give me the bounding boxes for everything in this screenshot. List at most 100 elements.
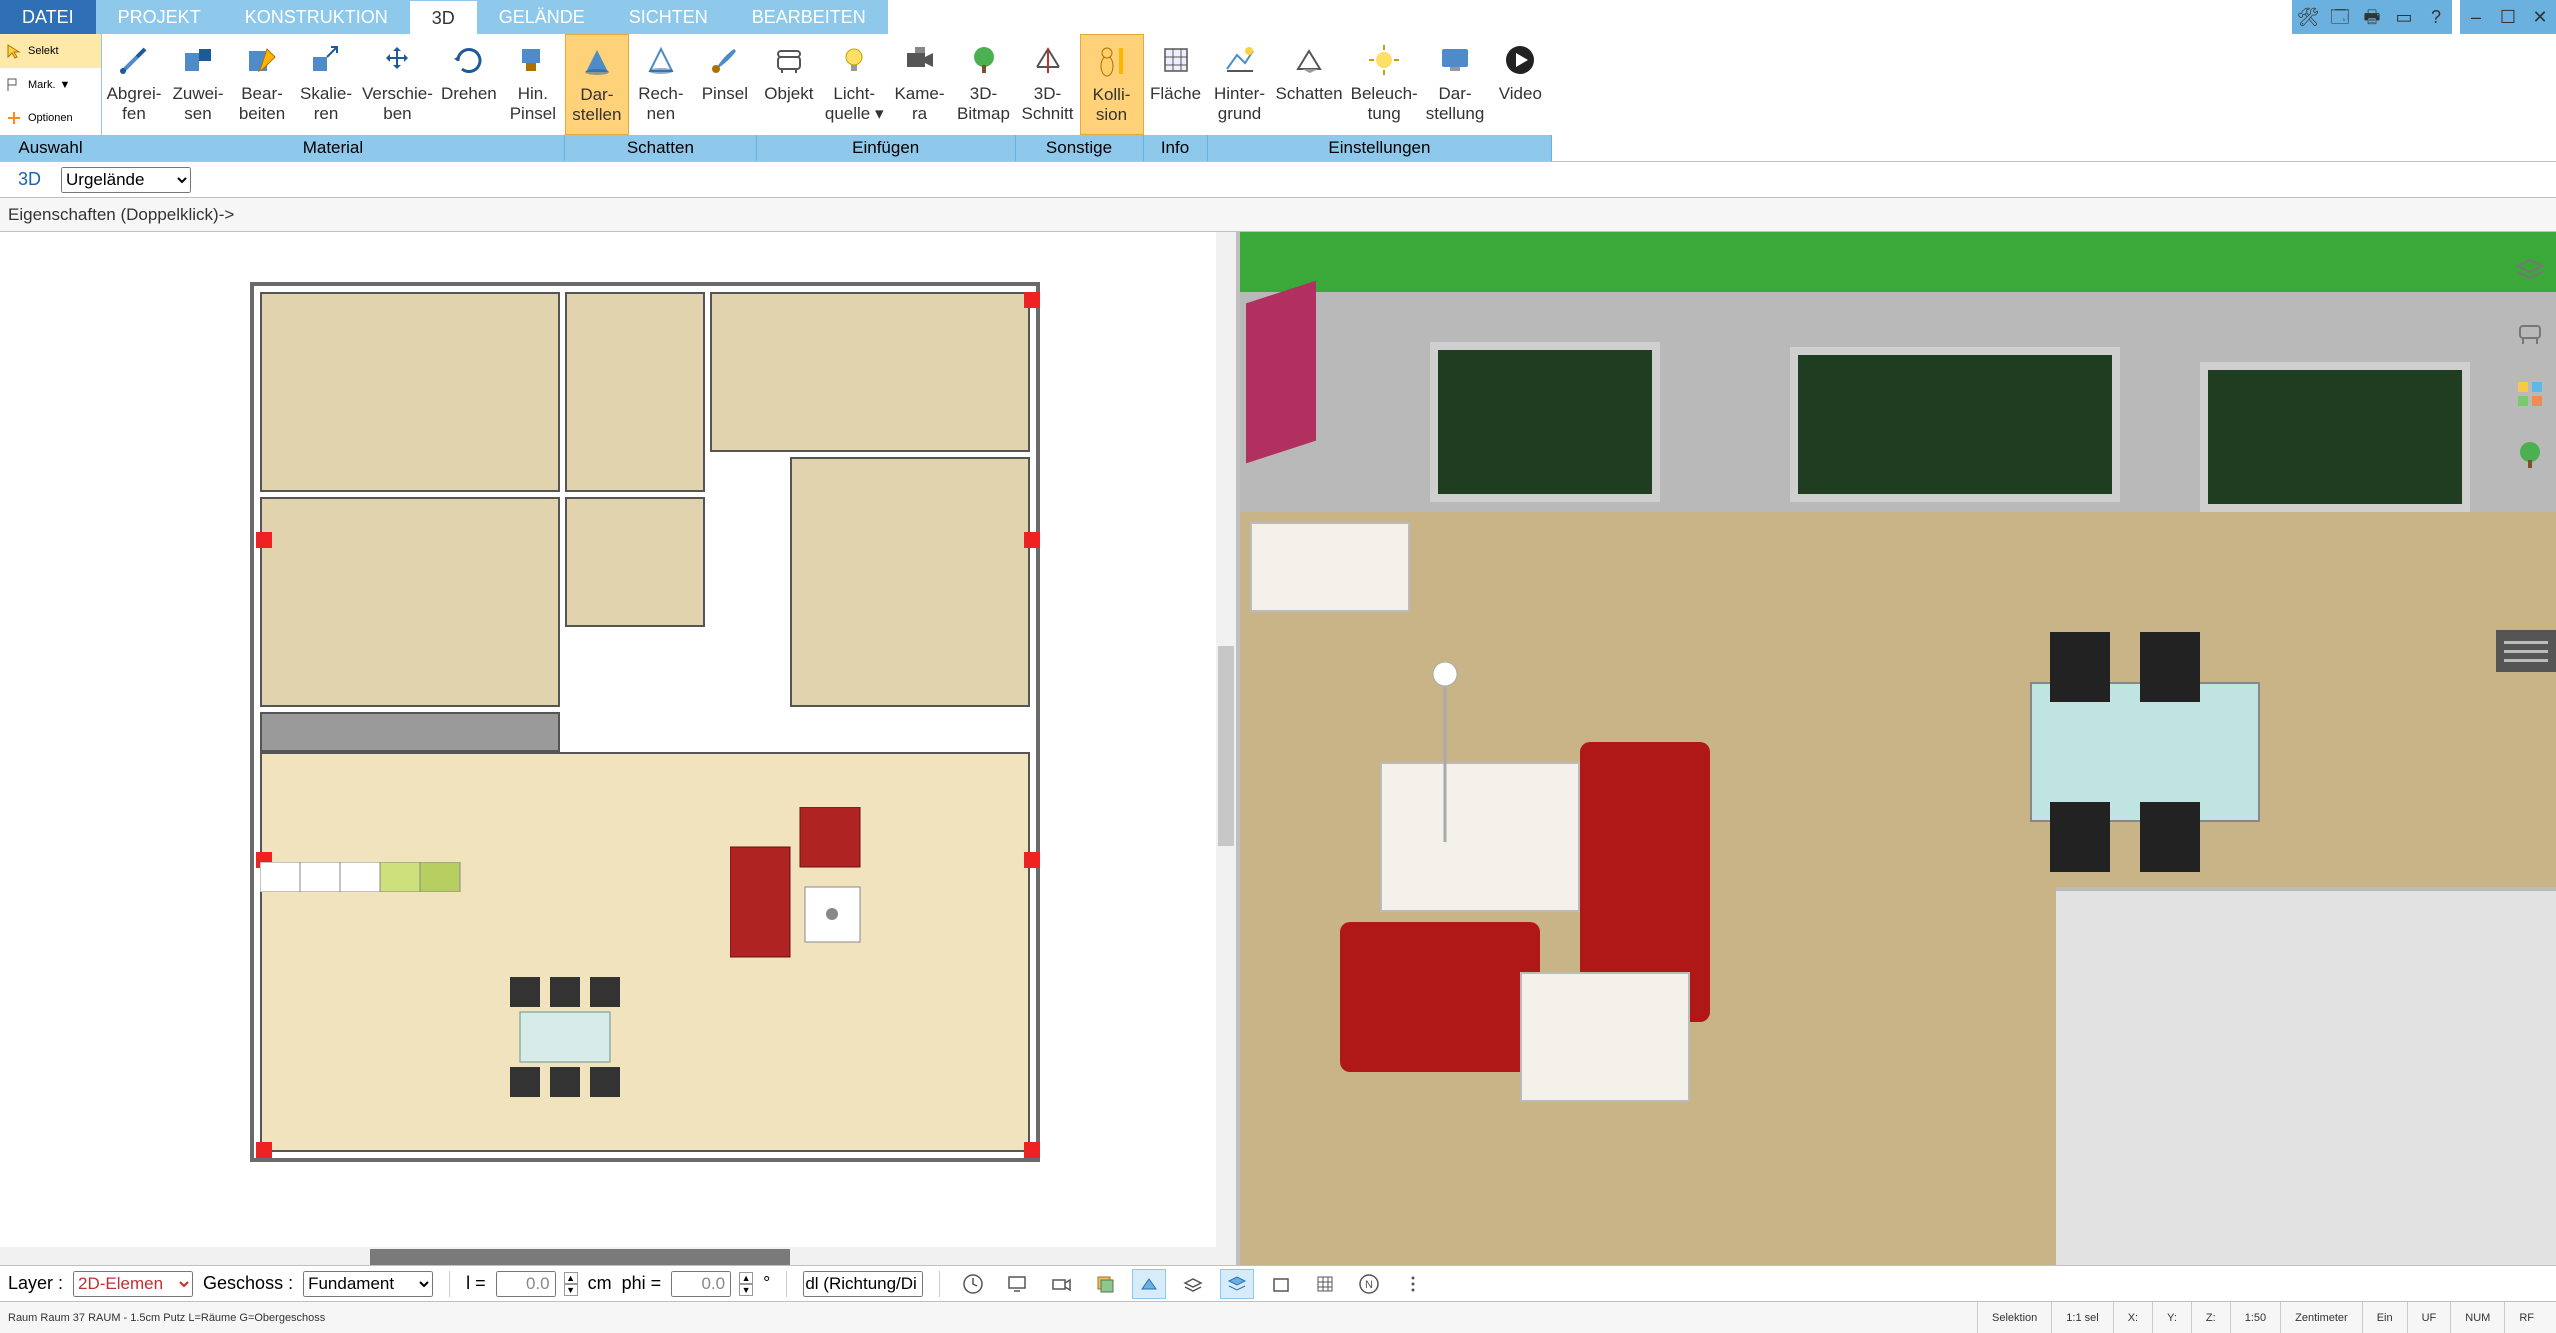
optionen-button[interactable]: Optionen: [0, 101, 101, 135]
l-spinner[interactable]: ▲▼: [564, 1272, 578, 1296]
north-icon[interactable]: N: [1352, 1269, 1386, 1299]
separator: [449, 1271, 450, 1297]
layers-icon[interactable]: [1176, 1269, 1210, 1299]
ribbon-video-button[interactable]: Video: [1488, 34, 1552, 135]
camera-icon[interactable]: [1044, 1269, 1078, 1299]
chair-icon: [2140, 802, 2200, 872]
scroll-thumb[interactable]: [370, 1249, 790, 1265]
layers-icon[interactable]: [2510, 250, 2550, 290]
sofa-icon: [1340, 922, 1540, 1072]
ribbon-abgreifen-button[interactable]: Abgrei- fen: [102, 34, 166, 135]
help-icon[interactable]: ?: [2420, 0, 2452, 34]
ribbon-zuweisen-label: Zuwei- sen: [172, 84, 223, 124]
3d-view-pane[interactable]: [1240, 232, 2556, 1267]
phi-spinner[interactable]: ▲▼: [739, 1272, 753, 1296]
ribbon-group-einfügen: ObjektLicht- quelle ▾Kame- ra3D- BitmapE…: [757, 34, 1016, 161]
phi-input[interactable]: [671, 1271, 731, 1297]
ribbon-group-einstellungen: Hinter- grundSchattenBeleuch- tungDar- s…: [1208, 34, 1553, 161]
ribbon-darstellung-button[interactable]: Dar- stellung: [1422, 34, 1489, 135]
terrain-select[interactable]: Urgelände: [61, 167, 191, 193]
ribbon-3dschnitt-button[interactable]: 3D- Schnitt: [1016, 34, 1080, 135]
ribbon-hintergrund-button[interactable]: Hinter- grund: [1208, 34, 1272, 135]
plan-kitchen-icon: [260, 862, 480, 892]
ribbon-beleuchtung-label: Beleuch- tung: [1351, 84, 1418, 124]
plan-scrollbar-horizontal[interactable]: [0, 1247, 1216, 1267]
skalieren-icon: [306, 40, 346, 80]
menubar-spacer: [888, 0, 2292, 34]
ribbon-pinsel-button[interactable]: Pinsel: [693, 34, 757, 135]
ribbon-verschieben-button[interactable]: Verschie- ben: [358, 34, 437, 135]
ribbon-bearbeiten-button[interactable]: Bear- beiten: [230, 34, 294, 135]
palette-icon[interactable]: [2510, 374, 2550, 414]
ribbon-lichtquelle-label: Licht- quelle ▾: [825, 84, 884, 124]
ribbon-3dbitmap-button[interactable]: 3D- Bitmap: [952, 34, 1016, 135]
ribbon-zuweisen-button[interactable]: Zuwei- sen: [166, 34, 230, 135]
2d-plan-pane[interactable]: [0, 232, 1240, 1267]
ribbon-group-info: FlächeInfo: [1144, 34, 1208, 161]
ribbon-kollision-button[interactable]: Kolli- sion: [1080, 34, 1144, 135]
mark-button[interactable]: Mark. ▼: [0, 68, 101, 102]
ribbon-skalieren-button[interactable]: Skalie- ren: [294, 34, 358, 135]
zuweisen-icon: [178, 40, 218, 80]
clock-icon[interactable]: [956, 1269, 990, 1299]
menu-tab-3d[interactable]: 3D: [410, 0, 477, 34]
properties-label[interactable]: Eigenschaften (Doppelklick)->: [8, 205, 234, 225]
right-panel-handle[interactable]: [2496, 630, 2556, 672]
ribbon-objekt-button[interactable]: Objekt: [757, 34, 821, 135]
ribbon-kamera-button[interactable]: Kame- ra: [888, 34, 952, 135]
grid-icon[interactable]: [1308, 1269, 1342, 1299]
menu-tab-projekt[interactable]: PROJEKT: [96, 0, 223, 34]
flaeche-icon: [1156, 40, 1196, 80]
stack-icon[interactable]: [1088, 1269, 1122, 1299]
ribbon-schatten-button[interactable]: Schatten: [1272, 34, 1347, 135]
ribbon-group-label: Einstellungen: [1208, 135, 1553, 161]
ribbon-lichtquelle-button[interactable]: Licht- quelle ▾: [821, 34, 888, 135]
ribbon-hinpinsel-button[interactable]: Hin. Pinsel: [501, 34, 565, 135]
tree-icon[interactable]: [2510, 436, 2550, 476]
status-bar: Raum Raum 37 RAUM - 1.5cm Putz L=Räume G…: [0, 1301, 2556, 1333]
plan-scrollbar-vertical[interactable]: [1216, 232, 1236, 1267]
floor-lamp-icon: [1430, 662, 1460, 842]
ribbon-kollision-label: Kolli- sion: [1093, 85, 1131, 125]
menu-tab-konstruktion[interactable]: KONSTRUKTION: [223, 0, 410, 34]
close-button[interactable]: ✕: [2524, 0, 2556, 34]
selekt-button[interactable]: Selekt: [0, 34, 101, 68]
geschoss-select[interactable]: Fundament: [303, 1271, 433, 1297]
scroll-thumb[interactable]: [1218, 646, 1234, 846]
ribbon-beleuchtung-button[interactable]: Beleuch- tung: [1347, 34, 1422, 135]
menu-tab-gelaende[interactable]: GELÄNDE: [477, 0, 607, 34]
ribbon-drehen-label: Drehen: [441, 84, 497, 104]
maximize-button[interactable]: ☐: [2492, 0, 2524, 34]
menu-tab-sichten[interactable]: SICHTEN: [607, 0, 730, 34]
tools-icon[interactable]: 🛠: [2292, 0, 2324, 34]
box-icon[interactable]: [1264, 1269, 1298, 1299]
more-icon[interactable]: [1396, 1269, 1430, 1299]
menu-tab-datei[interactable]: DATEI: [0, 0, 96, 34]
screen-icon[interactable]: [1000, 1269, 1034, 1299]
ribbon-drehen-button[interactable]: Drehen: [437, 34, 501, 135]
minimize-button[interactable]: –: [2460, 0, 2492, 34]
status-sel: 1:1 sel: [2051, 1302, 2112, 1333]
layer-select[interactable]: 2D-Elemen: [73, 1271, 193, 1297]
ribbon-darstellen-button[interactable]: Dar- stellen: [565, 34, 629, 135]
hintergrund-icon: [1220, 40, 1260, 80]
menu-tab-bearbeiten[interactable]: BEARBEITEN: [730, 0, 888, 34]
furniture-icon[interactable]: [2510, 312, 2550, 352]
window-buttons: 🛠 🗔 🖶 ▭ ? – ☐ ✕: [2292, 0, 2556, 34]
l-input[interactable]: [496, 1271, 556, 1297]
view-mode-label: 3D: [8, 167, 51, 192]
save-icon[interactable]: 🗔: [2324, 0, 2356, 34]
coffee-table-icon: [1520, 972, 1690, 1102]
tilt-icon[interactable]: [1132, 1269, 1166, 1299]
dl-input[interactable]: [803, 1271, 923, 1297]
layers2-icon[interactable]: [1220, 1269, 1254, 1299]
ribbon-flaeche-button[interactable]: Fläche: [1144, 34, 1208, 135]
window-icon[interactable]: ▭: [2388, 0, 2420, 34]
status-unit: Zentimeter: [2280, 1302, 2362, 1333]
print-icon[interactable]: 🖶: [2356, 0, 2388, 34]
verschieben-icon: [377, 40, 417, 80]
ribbon-verschieben-label: Verschie- ben: [362, 84, 433, 124]
status-y: Y:: [2152, 1302, 2191, 1333]
phi-label: phi =: [622, 1273, 662, 1294]
ribbon-rechnen-button[interactable]: Rech- nen: [629, 34, 693, 135]
